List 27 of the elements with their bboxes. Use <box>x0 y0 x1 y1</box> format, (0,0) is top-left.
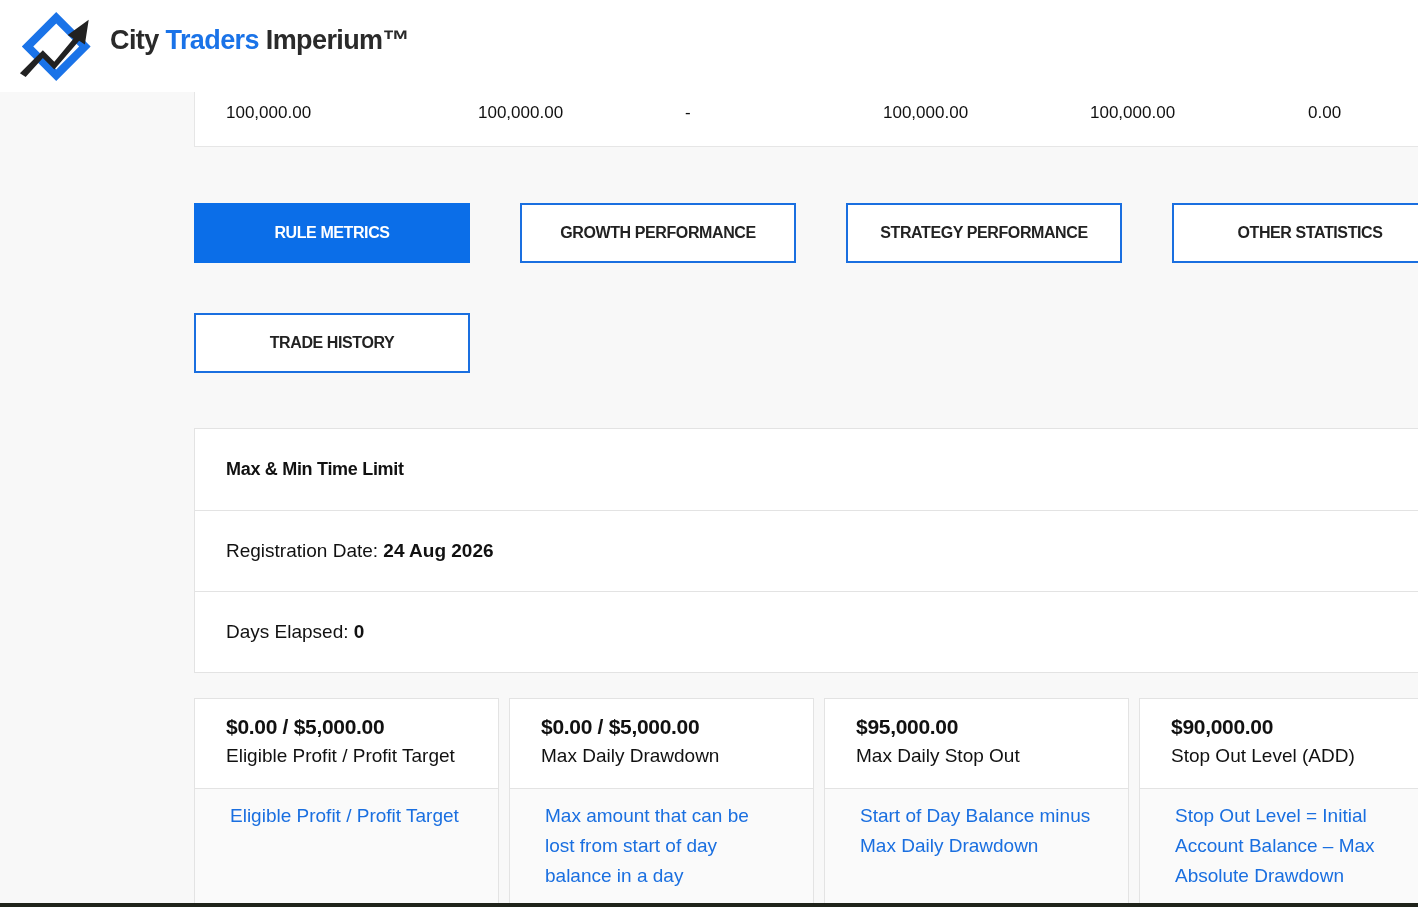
stat-value: 100,000.00 <box>226 103 313 124</box>
tab[interactable]: OTHER STATISTICS <box>1172 203 1418 263</box>
tab[interactable]: TRADE HISTORY <box>194 313 470 373</box>
brand-name: City Traders Imperium™ <box>110 24 409 56</box>
stat-value: 0.00 <box>1308 103 1343 124</box>
metric-description: Max amount that can be lost from start of day balance in a day <box>545 804 750 888</box>
stat-value: - <box>685 103 692 124</box>
stat-value: 100,000.00 <box>883 103 970 124</box>
stat-value: 100,000.00 <box>1090 103 1177 124</box>
metric-value: $95,000.00 <box>856 715 960 739</box>
tab[interactable]: STRATEGY PERFORMANCE <box>846 203 1122 263</box>
stat-value: 100,000.00 <box>478 103 565 124</box>
tab[interactable]: RULE METRICS <box>194 203 470 263</box>
metric-description: Start of Day Balance minus Max Daily Drawdown <box>860 804 1092 858</box>
metric-description: Stop Out Level = Initial Account Balance – Max Absolute Drawdown <box>1175 804 1376 888</box>
info-text: Registration Date: 24 Aug 2026 <box>226 540 494 562</box>
metric-label: Max Daily Stop Out <box>856 745 1021 767</box>
metric-label: Eligible Profit / Profit Target <box>226 745 456 767</box>
info-text: Days Elapsed: 0 <box>226 621 365 643</box>
tab[interactable]: GROWTH PERFORMANCE <box>520 203 796 263</box>
metric-description: Eligible Profit / Profit Target <box>230 804 460 828</box>
metric-value: $0.00 / $5,000.00 <box>226 715 386 739</box>
metric-value: $0.00 / $5,000.00 <box>541 715 701 739</box>
panel-title: Max & Min Time Limit <box>226 459 404 480</box>
metric-value: $90,000.00 <box>1171 715 1275 739</box>
metric-label: Max Daily Drawdown <box>541 745 721 767</box>
metric-label: Stop Out Level (ADD) <box>1171 745 1356 767</box>
